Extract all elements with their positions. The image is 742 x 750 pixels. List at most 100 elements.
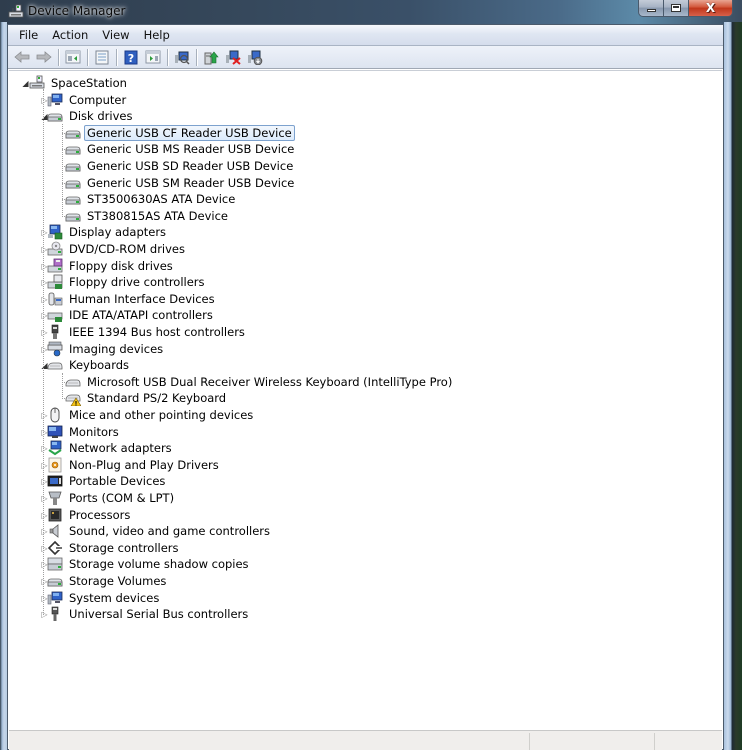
show-hide-console-tree-button[interactable] xyxy=(62,48,84,67)
tree-category[interactable]: Floppy drive controllers xyxy=(47,274,208,290)
node-label[interactable]: Non-Plug and Play Drivers xyxy=(66,457,222,473)
properties-button[interactable] xyxy=(91,48,113,67)
node-label[interactable]: Floppy disk drives xyxy=(66,258,176,274)
node-label[interactable]: Generic USB CF Reader USB Device xyxy=(84,124,295,141)
node-label[interactable]: SpaceStation xyxy=(48,75,130,91)
expand-triangle-icon[interactable]: ▷ xyxy=(40,511,49,520)
tree-category[interactable]: Computer xyxy=(47,92,129,108)
tree-category[interactable]: Storage volume shadow copies xyxy=(47,556,252,572)
show-hide-action-pane-button[interactable] xyxy=(142,48,164,67)
node-label[interactable]: Computer xyxy=(66,92,129,108)
tree-category[interactable]: Ports (COM & LPT) xyxy=(47,490,177,506)
tree-root[interactable]: SpaceStation xyxy=(29,75,130,91)
uninstall-button[interactable] xyxy=(222,48,244,67)
expand-triangle-icon[interactable]: ▷ xyxy=(40,444,49,453)
tree-category[interactable]: Network adapters xyxy=(47,440,175,456)
tree-device[interactable]: ST380815AS ATA Device xyxy=(65,208,231,224)
node-label[interactable]: Mice and other pointing devices xyxy=(66,407,256,423)
tree-category[interactable]: Disk drives xyxy=(47,108,135,124)
maximize-button[interactable] xyxy=(664,0,689,17)
tree-category[interactable]: Display adapters xyxy=(47,224,169,240)
expand-triangle-icon[interactable]: ▷ xyxy=(40,560,49,569)
expand-triangle-icon[interactable]: ▷ xyxy=(40,262,49,271)
menu-file[interactable]: File xyxy=(12,28,45,42)
collapse-triangle-icon[interactable]: ◢ xyxy=(40,112,49,121)
expand-triangle-icon[interactable]: ▷ xyxy=(40,594,49,603)
expand-triangle-icon[interactable]: ▷ xyxy=(40,544,49,553)
tree-category[interactable]: DVD/CD-ROM drives xyxy=(47,241,188,257)
tree-category[interactable]: IEEE 1394 Bus host controllers xyxy=(47,324,248,340)
device-tree[interactable]: SpaceStation ◢ Computer ▷ Disk drives ◢ Generi… xyxy=(9,70,722,730)
node-label[interactable]: Floppy drive controllers xyxy=(66,274,208,290)
expand-triangle-icon[interactable]: ▷ xyxy=(40,527,49,536)
tree-device[interactable]: Generic USB SM Reader USB Device xyxy=(65,175,297,191)
scan-hardware-changes-button[interactable] xyxy=(171,48,193,67)
tree-category[interactable]: Human Interface Devices xyxy=(47,291,218,307)
node-label[interactable]: Human Interface Devices xyxy=(66,291,218,307)
expand-triangle-icon[interactable]: ▷ xyxy=(40,228,49,237)
node-label[interactable]: Ports (COM & LPT) xyxy=(66,490,177,506)
node-label[interactable]: Universal Serial Bus controllers xyxy=(66,606,251,622)
tree-category[interactable]: Portable Devices xyxy=(47,473,168,489)
tree-category[interactable]: Non-Plug and Play Drivers xyxy=(47,457,222,473)
expand-triangle-icon[interactable]: ▷ xyxy=(40,577,49,586)
expand-triangle-icon[interactable]: ▷ xyxy=(40,328,49,337)
node-label[interactable]: Storage volume shadow copies xyxy=(66,556,252,572)
node-label[interactable]: IDE ATA/ATAPI controllers xyxy=(66,307,216,323)
node-label[interactable]: Microsoft USB Dual Receiver Wireless Key… xyxy=(84,374,455,390)
node-label[interactable]: Imaging devices xyxy=(66,341,166,357)
node-label[interactable]: Processors xyxy=(66,507,133,523)
node-label[interactable]: Network adapters xyxy=(66,440,175,456)
menu-help[interactable]: Help xyxy=(137,28,177,42)
tree-device[interactable]: Microsoft USB Dual Receiver Wireless Key… xyxy=(65,374,455,390)
tree-category[interactable]: Processors xyxy=(47,507,133,523)
node-label[interactable]: Standard PS/2 Keyboard xyxy=(84,390,229,406)
tree-category[interactable]: System devices xyxy=(47,590,162,606)
tree-device[interactable]: Generic USB MS Reader USB Device xyxy=(65,141,297,157)
forward-button[interactable] xyxy=(33,48,55,67)
tree-category[interactable]: Sound, video and game controllers xyxy=(47,523,273,539)
node-label[interactable]: Keyboards xyxy=(66,357,132,373)
expand-triangle-icon[interactable]: ▷ xyxy=(40,477,49,486)
tree-category[interactable]: Storage Volumes xyxy=(47,573,169,589)
node-label[interactable]: IEEE 1394 Bus host controllers xyxy=(66,324,248,340)
help-button[interactable]: ? xyxy=(120,48,142,67)
node-label[interactable]: Sound, video and game controllers xyxy=(66,523,273,539)
node-label[interactable]: ST380815AS ATA Device xyxy=(84,208,231,224)
collapse-triangle-icon[interactable]: ◢ xyxy=(40,361,49,370)
disable-button[interactable] xyxy=(244,48,266,67)
menu-view[interactable]: View xyxy=(95,28,136,42)
expand-triangle-icon[interactable]: ▷ xyxy=(40,96,49,105)
expand-triangle-icon[interactable]: ▷ xyxy=(40,411,49,420)
node-label[interactable]: Storage controllers xyxy=(66,540,182,556)
tree-category[interactable]: Universal Serial Bus controllers xyxy=(47,606,251,622)
node-label[interactable]: Display adapters xyxy=(66,224,169,240)
node-label[interactable]: Storage Volumes xyxy=(66,573,169,589)
tree-category[interactable]: Keyboards xyxy=(47,357,132,373)
node-label[interactable]: Portable Devices xyxy=(66,473,168,489)
tree-device[interactable]: Generic USB SD Reader USB Device xyxy=(65,158,296,174)
node-label[interactable]: Generic USB SD Reader USB Device xyxy=(84,158,296,174)
expand-triangle-icon[interactable]: ▷ xyxy=(40,295,49,304)
tree-device[interactable]: ST3500630AS ATA Device xyxy=(65,191,238,207)
node-label[interactable]: DVD/CD-ROM drives xyxy=(66,241,188,257)
tree-category[interactable]: Mice and other pointing devices xyxy=(47,407,256,423)
expand-triangle-icon[interactable]: ▷ xyxy=(40,311,49,320)
node-label[interactable]: Generic USB SM Reader USB Device xyxy=(84,175,297,191)
tree-category[interactable]: Floppy disk drives xyxy=(47,258,176,274)
expand-triangle-icon[interactable]: ▷ xyxy=(40,345,49,354)
tree-device-selected[interactable]: Generic USB CF Reader USB Device xyxy=(65,124,295,141)
update-driver-button[interactable] xyxy=(200,48,222,67)
node-label[interactable]: Generic USB MS Reader USB Device xyxy=(84,141,297,157)
tree-device[interactable]: ! Standard PS/2 Keyboard xyxy=(65,390,229,408)
expand-triangle-icon[interactable]: ▷ xyxy=(40,494,49,503)
node-label[interactable]: Monitors xyxy=(66,424,122,440)
node-label[interactable]: ST3500630AS ATA Device xyxy=(84,191,238,207)
tree-category[interactable]: Storage controllers xyxy=(47,540,182,556)
menu-action[interactable]: Action xyxy=(45,28,95,42)
tree-category[interactable]: IDE ATA/ATAPI controllers xyxy=(47,307,216,323)
tree-category[interactable]: Monitors xyxy=(47,424,122,440)
expand-triangle-icon[interactable]: ▷ xyxy=(40,278,49,287)
node-label[interactable]: System devices xyxy=(66,590,162,606)
expand-triangle-icon[interactable]: ▷ xyxy=(40,428,49,437)
